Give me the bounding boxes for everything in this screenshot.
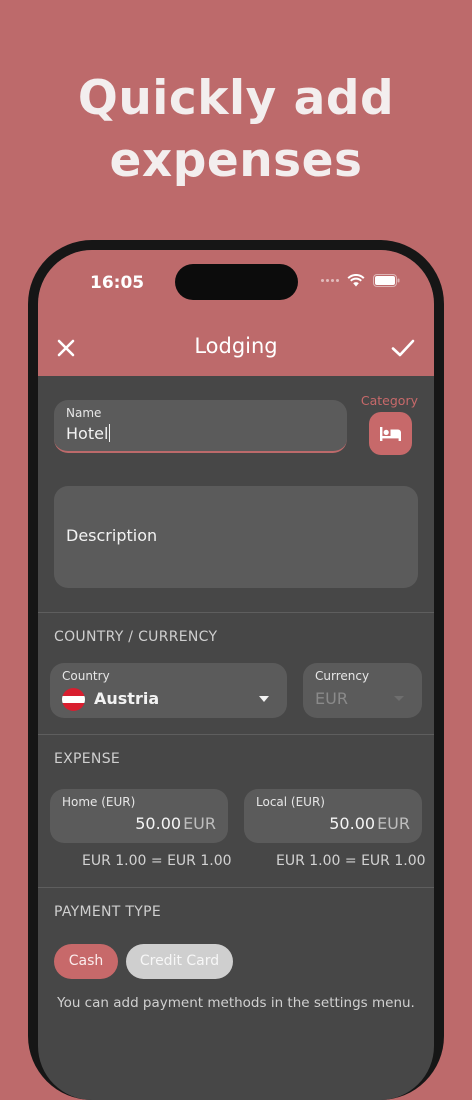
app-bar: Lodging: [38, 320, 434, 376]
text-cursor: [109, 424, 111, 442]
dynamic-island: [175, 264, 298, 300]
divider: [38, 612, 434, 613]
name-field-label: Name: [66, 406, 102, 420]
home-amount-label: Home (EUR): [62, 795, 136, 809]
payment-cash-chip[interactable]: Cash: [54, 944, 118, 979]
austria-flag-icon: [62, 688, 85, 711]
name-value-text: Hotel: [66, 424, 109, 443]
page-title: Lodging: [194, 334, 278, 358]
country-label: Country: [62, 669, 110, 683]
name-field[interactable]: Name Hotel: [54, 400, 347, 453]
payment-type-section-title: PAYMENT TYPE: [54, 904, 161, 920]
country-select[interactable]: Country Austria: [50, 663, 287, 718]
promo-headline: Quickly add expenses: [0, 68, 472, 192]
home-amount: 50.00 EUR: [135, 814, 216, 833]
local-amount-currency: EUR: [377, 814, 410, 833]
category-button[interactable]: [369, 412, 412, 455]
country-currency-section-title: COUNTRY / CURRENCY: [54, 629, 218, 645]
local-amount-value: 50.00: [329, 814, 376, 833]
chevron-down-icon: [394, 696, 404, 701]
country-value: Austria: [94, 689, 160, 708]
description-placeholder: Description: [66, 526, 158, 545]
divider: [38, 887, 434, 888]
headline-line-1: Quickly add: [77, 71, 395, 126]
description-field[interactable]: Description: [54, 486, 418, 588]
cellular-signal-icon: [321, 279, 339, 282]
local-amount-label: Local (EUR): [256, 795, 325, 809]
currency-value: EUR: [315, 689, 348, 708]
status-time: 16:05: [90, 273, 145, 293]
bed-icon: [380, 427, 401, 441]
local-amount-field[interactable]: Local (EUR) 50.00 EUR: [244, 789, 422, 843]
headline-line-2: expenses: [109, 133, 363, 188]
local-amount: 50.00 EUR: [329, 814, 410, 833]
home-exchange-rate: EUR 1.00 = EUR 1.00: [82, 853, 232, 869]
home-amount-field[interactable]: Home (EUR) 50.00 EUR: [50, 789, 228, 843]
confirm-check-icon[interactable]: [390, 336, 416, 360]
currency-select[interactable]: Currency EUR: [303, 663, 422, 718]
payment-methods-hint: You can add payment methods in the setti…: [57, 995, 415, 1011]
payment-credit-card-chip[interactable]: Credit Card: [126, 944, 233, 979]
status-bar: 16:05: [38, 250, 434, 320]
chevron-down-icon: [259, 696, 269, 702]
category-label: Category: [360, 393, 418, 408]
wifi-icon: [347, 274, 365, 287]
battery-icon: [373, 274, 400, 287]
phone-frame: 16:05 Lodging Name Hotel Category Descri…: [28, 240, 444, 1100]
currency-label: Currency: [315, 669, 370, 683]
name-field-value: Hotel: [66, 424, 111, 443]
local-exchange-rate: EUR 1.00 = EUR 1.00: [276, 853, 426, 869]
phone-screen: 16:05 Lodging Name Hotel Category Descri…: [38, 250, 434, 1100]
expense-section-title: EXPENSE: [54, 751, 121, 767]
divider: [38, 734, 434, 735]
status-icons: [321, 274, 400, 287]
home-amount-currency: EUR: [183, 814, 216, 833]
home-amount-value: 50.00: [135, 814, 182, 833]
